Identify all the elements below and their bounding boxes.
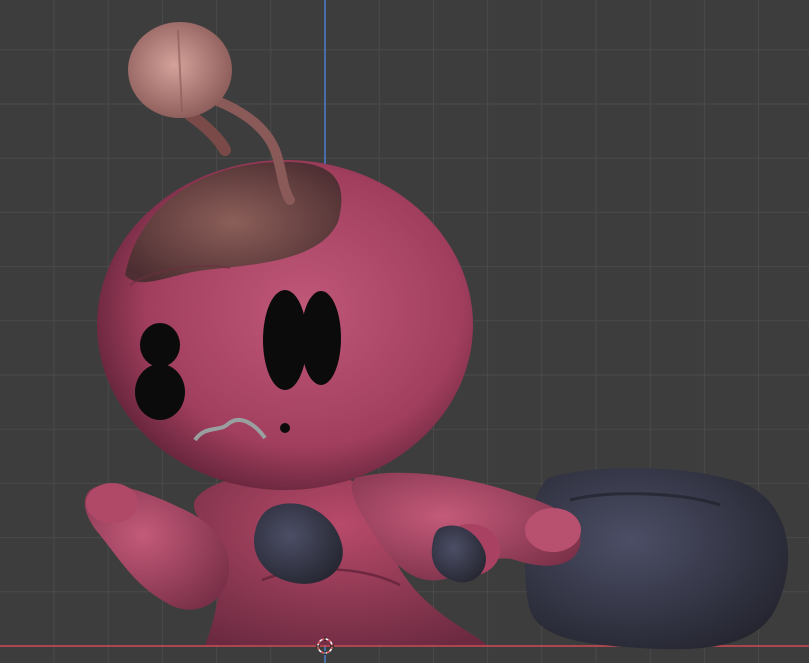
3d-cursor-icon[interactable]: [316, 637, 334, 655]
robot-head[interactable]: [97, 160, 473, 490]
3d-model[interactable]: [0, 0, 809, 663]
3d-viewport[interactable]: [0, 0, 809, 663]
